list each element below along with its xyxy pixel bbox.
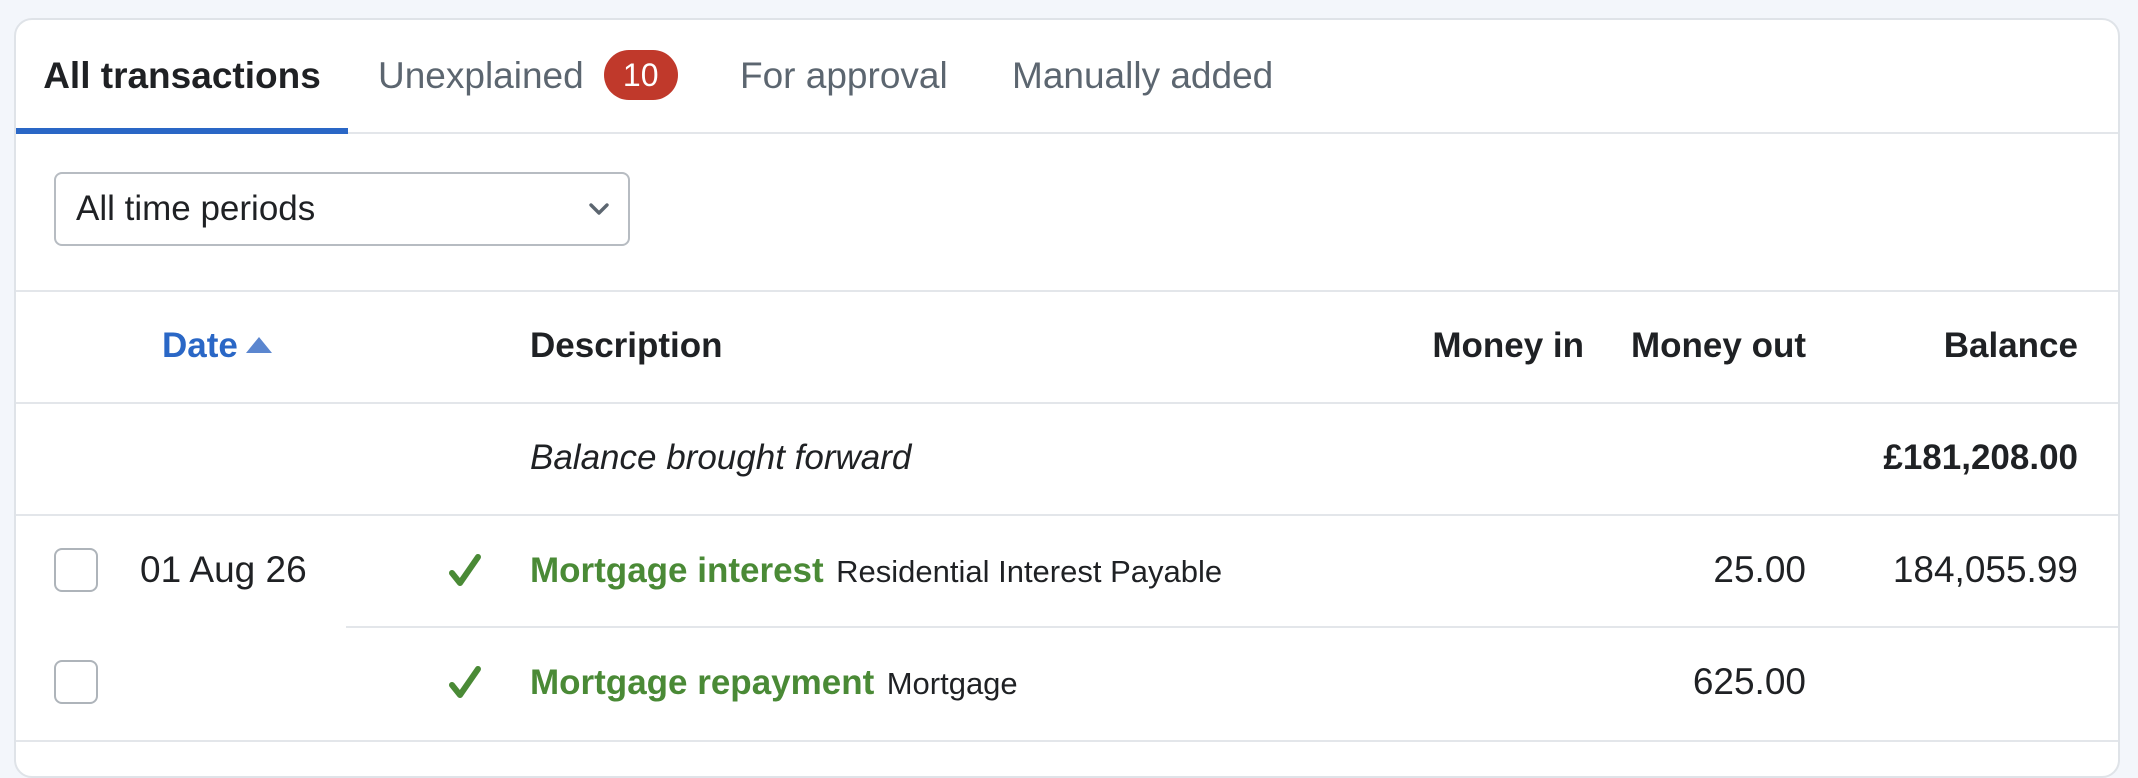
- tab-unexplained[interactable]: Unexplained 10: [378, 20, 678, 132]
- row-balance: 184,055.99: [1892, 549, 2078, 590]
- description-column-header: Description: [530, 326, 723, 365]
- row-money-out: 25.00: [1713, 549, 1806, 590]
- row-select-checkbox[interactable]: [54, 548, 98, 592]
- tab-manually-added-label: Manually added: [1012, 55, 1274, 96]
- chevron-down-icon: [589, 203, 609, 215]
- money-out-column-header: Money out: [1631, 326, 1806, 365]
- tab-bar: All transactions Unexplained 10 For appro…: [16, 20, 2118, 134]
- tab-all-transactions-label: All transactions: [43, 55, 321, 96]
- tab-for-approval[interactable]: For approval: [740, 20, 948, 132]
- tab-for-approval-label: For approval: [740, 55, 948, 96]
- sort-ascending-icon: [245, 336, 272, 353]
- tab-manually-added[interactable]: Manually added: [1012, 20, 1273, 132]
- money-in-column-header: Money in: [1432, 326, 1584, 365]
- table-row: Mortgage repayment Mortgage 625.00: [16, 628, 2118, 740]
- row-money-out: 625.00: [1692, 661, 1806, 702]
- table-header: Date Description Money in Money out Bala…: [16, 290, 2118, 404]
- row-description: Mortgage interest Residential Interest P…: [530, 516, 1222, 633]
- transaction-link[interactable]: Mortgage interest: [530, 551, 824, 590]
- date-header-label: Date: [162, 326, 238, 365]
- row-select-checkbox[interactable]: [54, 660, 98, 704]
- row-divider: [16, 740, 2118, 742]
- transaction-category: Mortgage: [886, 666, 1018, 701]
- balance-brought-forward-amount: £181,208.00: [1883, 438, 2078, 477]
- row-date: 01 Aug 26: [140, 549, 307, 590]
- filter-bar: All time periods: [16, 132, 2118, 292]
- check-icon: [449, 554, 481, 586]
- check-icon: [449, 666, 481, 698]
- balance-brought-forward-label: Balance brought forward: [530, 438, 912, 477]
- transactions-card: All transactions Unexplained 10 For appro…: [14, 18, 2120, 778]
- time-period-select[interactable]: All time periods: [54, 172, 630, 246]
- balance-column-header: Balance: [1943, 326, 2078, 365]
- transaction-category: Residential Interest Payable: [836, 554, 1223, 589]
- balance-brought-forward-row: Balance brought forward £181,208.00: [16, 402, 2118, 516]
- unexplained-count-badge: 10: [603, 50, 678, 101]
- table-row: 01 Aug 26 Mortgage interest Residential …: [16, 516, 2118, 628]
- tab-unexplained-label: Unexplained: [378, 55, 584, 96]
- row-description: Mortgage repayment Mortgage: [530, 628, 1018, 745]
- tab-all-transactions[interactable]: All transactions: [16, 20, 348, 134]
- date-column-header[interactable]: Date: [162, 290, 274, 402]
- transaction-link[interactable]: Mortgage repayment: [530, 663, 874, 702]
- time-period-value: All time periods: [76, 189, 316, 228]
